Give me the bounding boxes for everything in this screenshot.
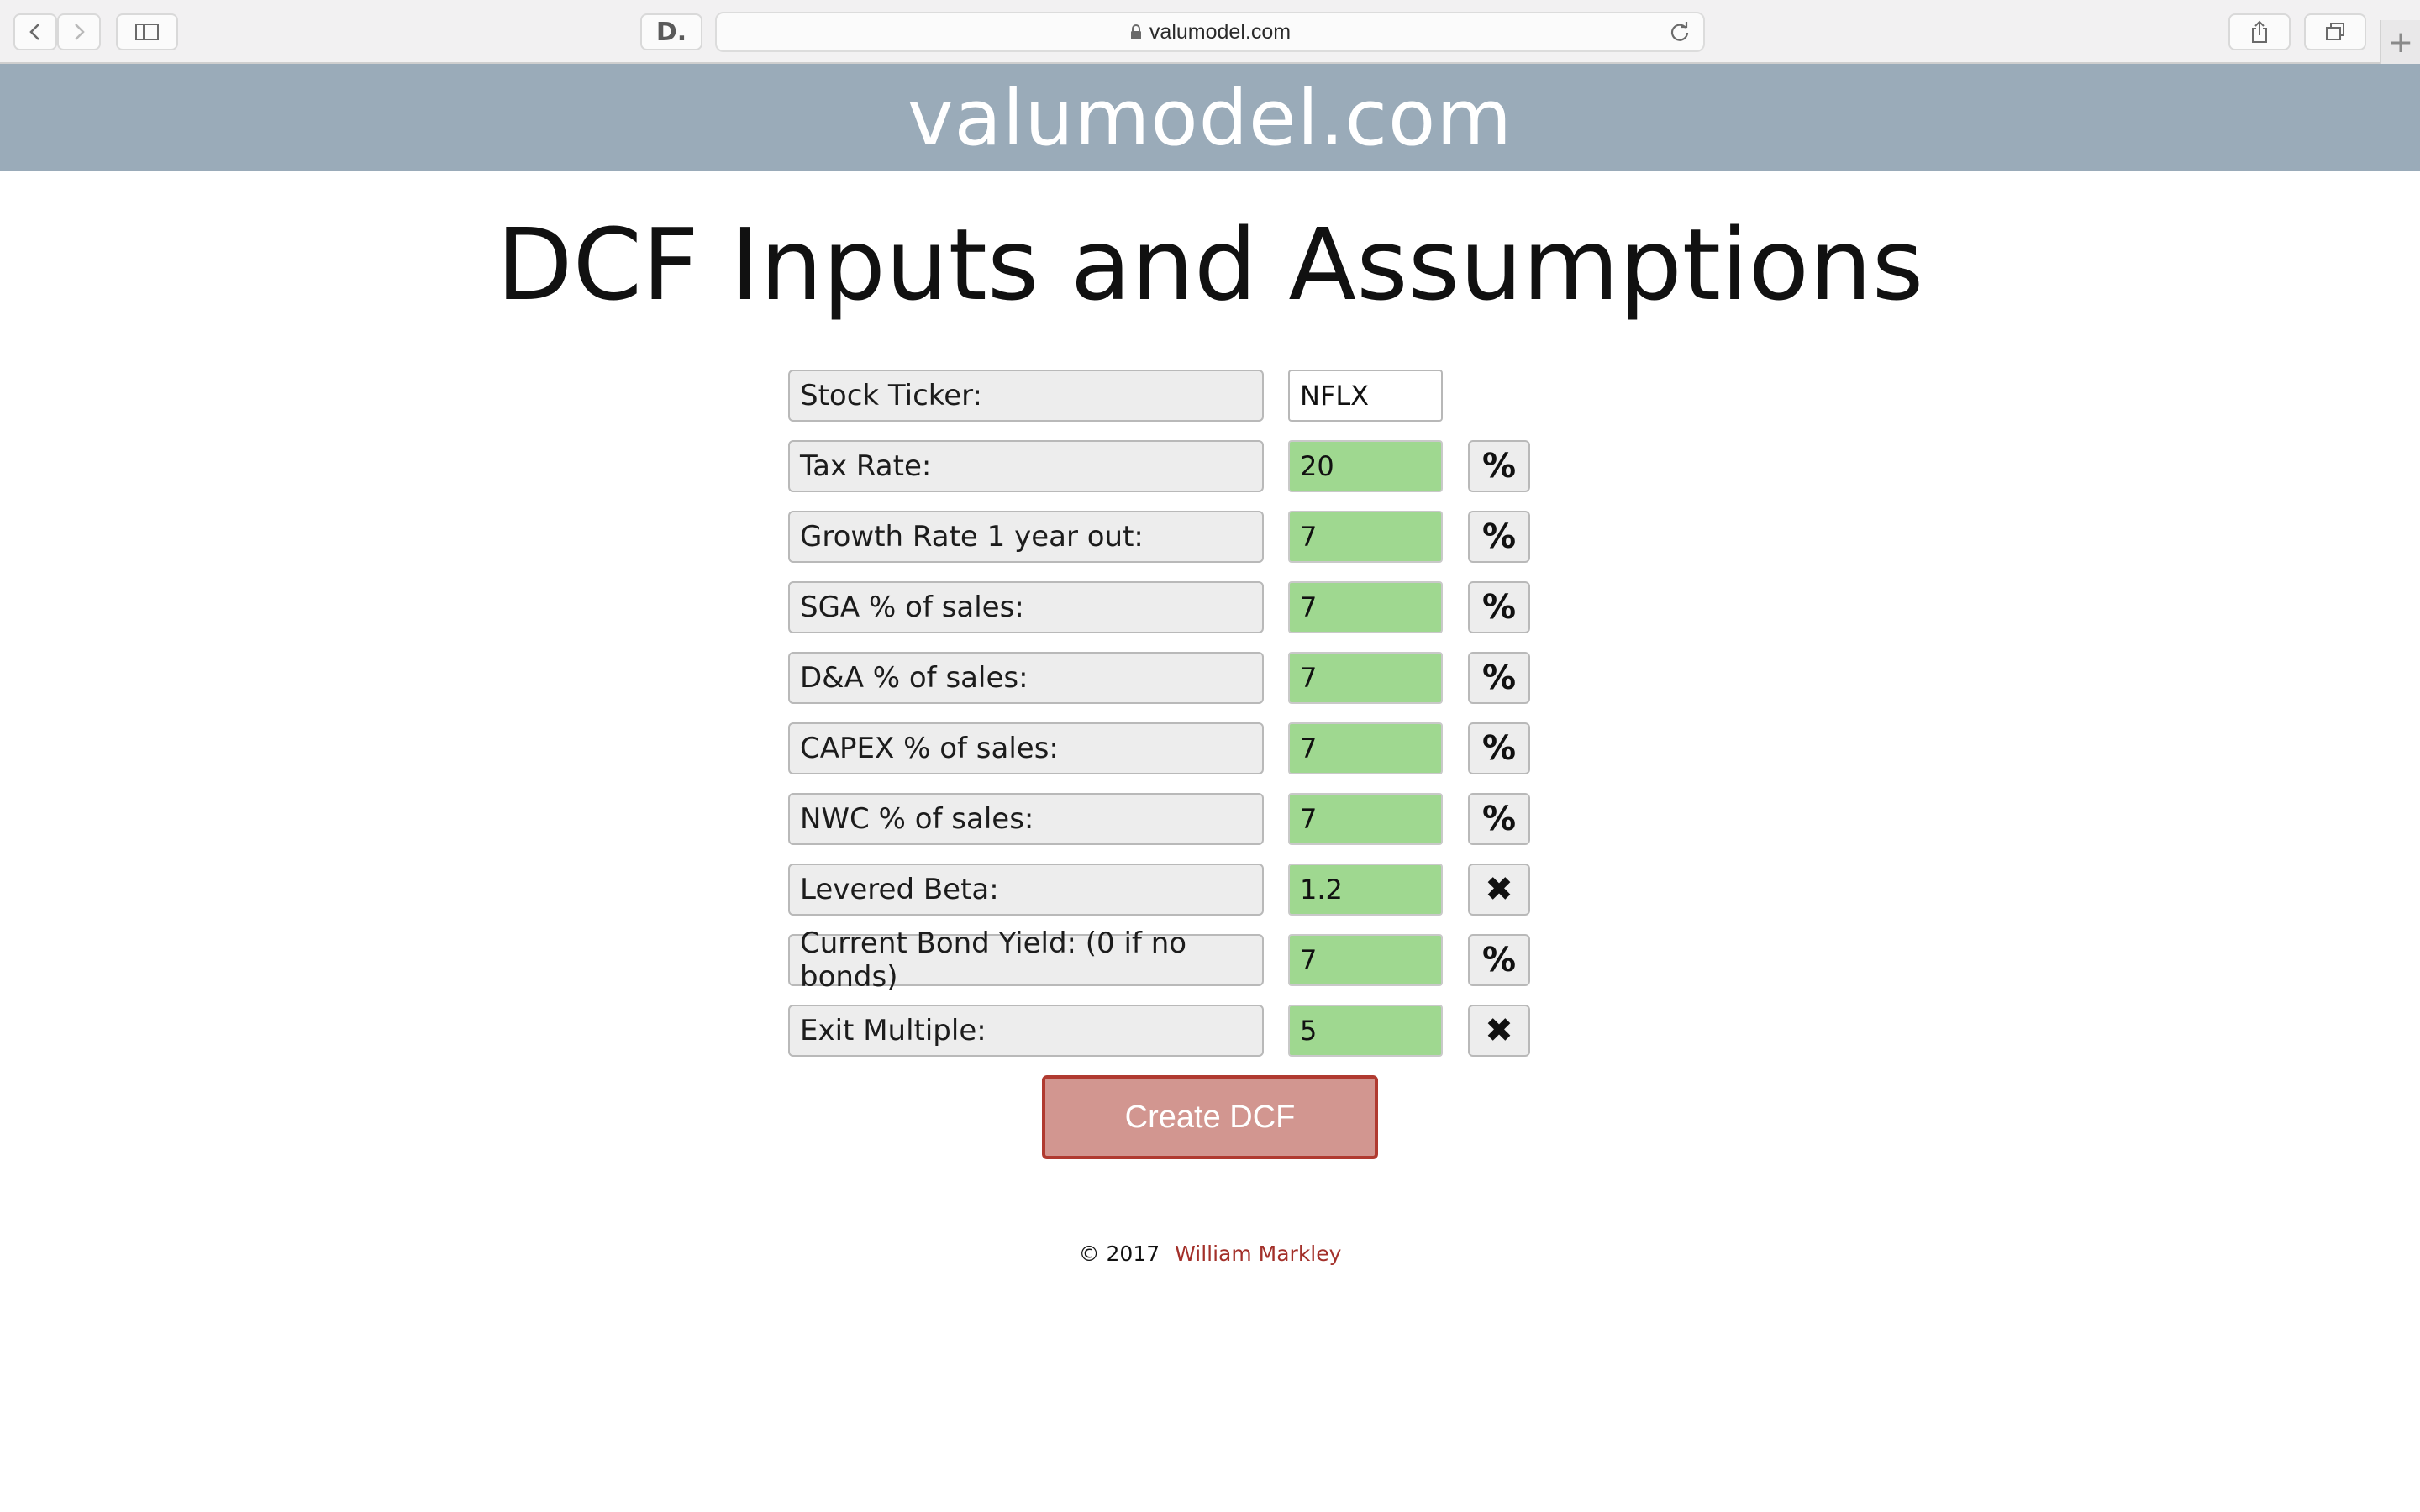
field-label: Levered Beta: <box>788 864 1264 916</box>
address-bar[interactable]: valumodel.com <box>715 12 1705 52</box>
form-row-levered-beta: Levered Beta: ✖ <box>788 862 1628 917</box>
site-header: valumodel.com <box>0 64 2420 171</box>
percent-unit-button[interactable]: % <box>1468 581 1530 633</box>
new-tab-button[interactable]: + <box>2380 20 2420 64</box>
da-input[interactable] <box>1288 652 1443 704</box>
browser-toolbar: D. valumodel.com + <box>0 0 2420 64</box>
form-row-capex: CAPEX % of sales: % <box>788 721 1628 776</box>
form-row-sga: SGA % of sales: % <box>788 580 1628 635</box>
footer: © 2017 William Markley <box>0 1242 2420 1266</box>
share-button[interactable] <box>2228 13 2291 50</box>
nwc-input[interactable] <box>1288 793 1443 845</box>
form-row-da: D&A % of sales: % <box>788 650 1628 706</box>
form-row-stock-ticker: Stock Ticker: <box>788 368 1628 423</box>
form-row-nwc: NWC % of sales: % <box>788 791 1628 847</box>
plus-icon: + <box>2387 24 2414 60</box>
percent-unit-button[interactable]: % <box>1468 652 1530 704</box>
field-label: Tax Rate: <box>788 440 1264 492</box>
field-label: Stock Ticker: <box>788 370 1264 422</box>
tabs-overview-button[interactable] <box>2304 13 2366 50</box>
author-link[interactable]: William Markley <box>1175 1242 1341 1266</box>
form-row-growth-rate: Growth Rate 1 year out: % <box>788 509 1628 564</box>
field-label: Exit Multiple: <box>788 1005 1264 1057</box>
chevron-right-icon <box>75 24 85 40</box>
tax-rate-input[interactable] <box>1288 440 1443 492</box>
field-label: Current Bond Yield: (0 if no bonds) <box>788 927 1264 994</box>
percent-unit-button[interactable]: % <box>1468 793 1530 845</box>
sidebar-icon <box>135 24 159 40</box>
exit-multiple-input[interactable] <box>1288 1005 1443 1057</box>
field-label: Growth Rate 1 year out: <box>788 511 1264 563</box>
multiplier-unit-button[interactable]: ✖ <box>1468 1005 1530 1057</box>
growth-rate-input[interactable] <box>1288 511 1443 563</box>
page-title: DCF Inputs and Assumptions <box>496 207 1924 323</box>
percent-unit-button[interactable]: % <box>1468 722 1530 774</box>
create-dcf-button[interactable]: Create DCF <box>1042 1075 1378 1159</box>
field-label: CAPEX % of sales: <box>788 722 1264 774</box>
lock-icon <box>1130 24 1141 39</box>
back-button[interactable] <box>13 13 57 50</box>
bond-yield-input[interactable] <box>1288 934 1443 986</box>
stock-ticker-input[interactable] <box>1288 370 1443 422</box>
form-row-exit-multiple: Exit Multiple: ✖ <box>788 1003 1628 1058</box>
percent-unit-button[interactable]: % <box>1468 934 1530 986</box>
multiplier-unit-button[interactable]: ✖ <box>1468 864 1530 916</box>
copyright-text: © 2017 <box>1078 1242 1160 1266</box>
tabs-icon <box>2326 23 2344 40</box>
extension-button[interactable]: D. <box>640 13 702 50</box>
percent-unit-button[interactable]: % <box>1468 440 1530 492</box>
share-icon <box>2252 20 2267 43</box>
forward-button[interactable] <box>57 13 101 50</box>
form-row-tax-rate: Tax Rate: % <box>788 438 1628 494</box>
field-label: NWC % of sales: <box>788 793 1264 845</box>
extension-label: D. <box>655 17 687 47</box>
percent-unit-button[interactable]: % <box>1468 511 1530 563</box>
site-name[interactable]: valumodel.com <box>908 73 1512 163</box>
levered-beta-input[interactable] <box>1288 864 1443 916</box>
capex-input[interactable] <box>1288 722 1443 774</box>
field-label: SGA % of sales: <box>788 581 1264 633</box>
sidebar-button[interactable] <box>116 13 178 50</box>
form-row-bond-yield: Current Bond Yield: (0 if no bonds) % <box>788 927 1628 994</box>
url-text: valumodel.com <box>1149 19 1292 44</box>
reload-icon[interactable] <box>1668 20 1691 44</box>
chevron-left-icon <box>29 24 39 40</box>
sga-input[interactable] <box>1288 581 1443 633</box>
field-label: D&A % of sales: <box>788 652 1264 704</box>
